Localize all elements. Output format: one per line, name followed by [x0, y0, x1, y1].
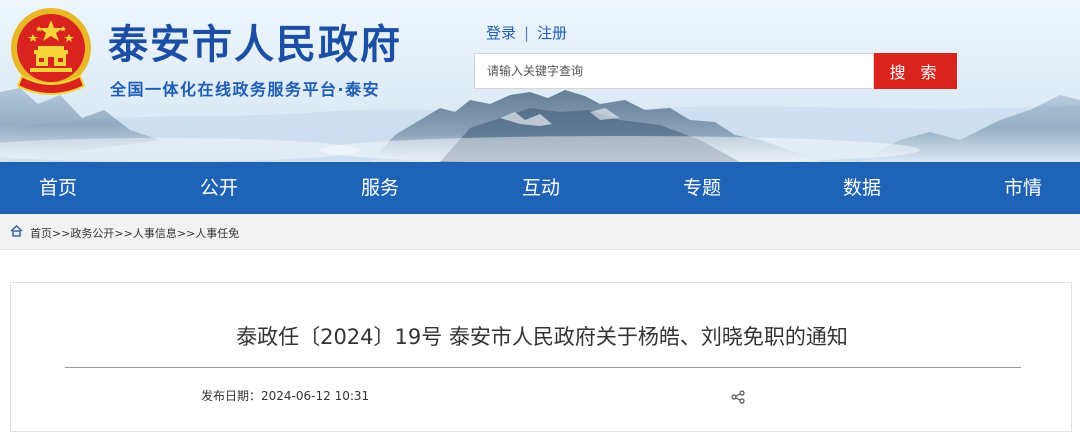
- nav-item-interaction[interactable]: 互动: [522, 162, 560, 214]
- site-header: 泰安市人民政府 全国一体化在线政务服务平台·泰安 登录 | 注册 搜 索: [0, 0, 1080, 162]
- article-title: 泰政任〔2024〕19号 泰安市人民政府关于杨皓、刘晓免职的通知: [236, 325, 848, 349]
- register-link[interactable]: 注册: [537, 24, 567, 42]
- search-input[interactable]: [475, 54, 873, 88]
- nav-item-public[interactable]: 公开: [200, 162, 238, 214]
- home-icon[interactable]: [10, 225, 23, 237]
- share-icon[interactable]: [731, 390, 745, 404]
- title-divider: [65, 367, 1021, 368]
- main-nav: 首页 公开 服务 互动 专题 数据 市情: [0, 162, 1080, 214]
- login-link[interactable]: 登录: [486, 24, 516, 42]
- national-emblem-icon: [11, 8, 91, 95]
- search-box: [474, 53, 874, 89]
- auth-separator: |: [524, 24, 530, 42]
- publish-date: 发布日期：2024-06-12 10:31: [201, 387, 369, 404]
- nav-item-city-info[interactable]: 市情: [1004, 162, 1042, 214]
- auth-links: 登录 | 注册: [486, 22, 567, 43]
- breadcrumb: 首页>>政务公开>>人事信息>>人事任免: [0, 214, 1080, 250]
- site-title[interactable]: 泰安市人民政府: [108, 12, 402, 70]
- nav-item-topics[interactable]: 专题: [683, 162, 721, 214]
- nav-item-home[interactable]: 首页: [39, 162, 77, 214]
- publish-date-value: 2024-06-12 10:31: [261, 389, 370, 403]
- publish-date-label: 发布日期：: [201, 389, 262, 403]
- search-button[interactable]: 搜 索: [874, 53, 957, 89]
- site-subtitle: 全国一体化在线政务服务平台·泰安: [110, 80, 381, 99]
- nav-item-data[interactable]: 数据: [843, 162, 881, 214]
- nav-item-service[interactable]: 服务: [361, 162, 399, 214]
- breadcrumb-trail[interactable]: 首页>>政务公开>>人事信息>>人事任免: [30, 225, 239, 241]
- article-card: 泰政任〔2024〕19号 泰安市人民政府关于杨皓、刘晓免职的通知 发布日期：20…: [10, 282, 1072, 432]
